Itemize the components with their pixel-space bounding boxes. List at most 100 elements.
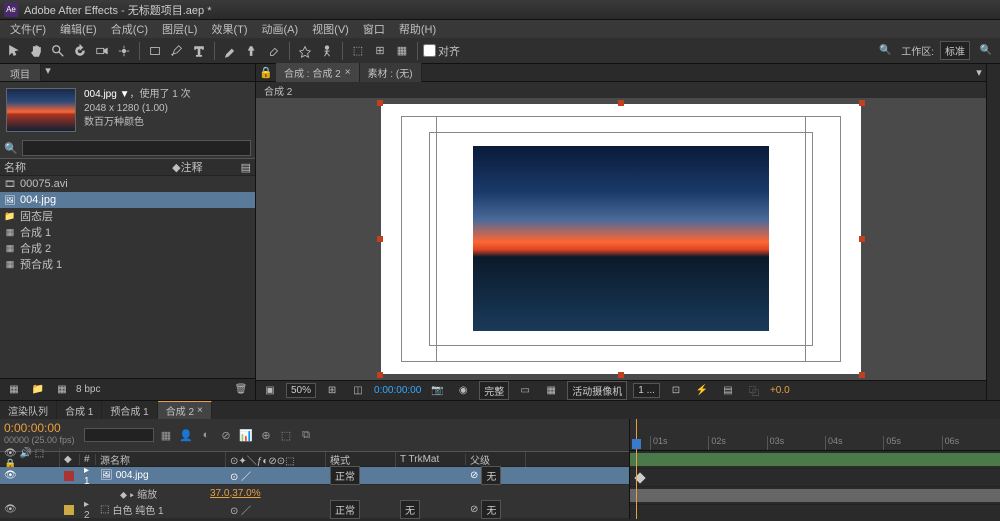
puppet-tool-icon[interactable] [317,41,337,61]
col-name[interactable]: 名称 [4,159,172,175]
menu-edit[interactable]: 编辑(E) [54,19,103,39]
layer-track[interactable] [630,451,1000,469]
comp-breadcrumb[interactable]: 合成 2 [256,82,986,98]
timeline-tab[interactable]: 合成 1 [57,401,102,419]
project-item[interactable]: ▦合成 1 [0,224,255,240]
snapshot-icon[interactable]: 📷 [427,381,447,401]
panel-menu-icon[interactable]: ▾ [41,64,55,81]
menu-animation[interactable]: 动画(A) [256,19,305,39]
layer-image[interactable] [473,146,769,331]
project-item[interactable]: 🎞00075.avi [0,176,255,192]
timeline-tab[interactable]: 渲染队列 [0,401,57,419]
composition-viewer[interactable] [256,98,986,380]
brush-tool-icon[interactable] [220,41,240,61]
selection-tool-icon[interactable] [4,41,24,61]
anchor-tool-icon[interactable] [114,41,134,61]
comp-mini-icon[interactable]: ▦ [158,427,174,443]
transform-handle[interactable] [377,236,383,242]
zoom-select[interactable]: 50% [286,383,316,398]
layer-row[interactable]: 👁 ▸ 1 🖼004.jpg ⊙ ／ 正常 ⊘ 无 [0,467,629,485]
motion-blur-icon[interactable]: ⊘ [218,427,234,443]
project-item[interactable]: ▦合成 2 [0,240,255,256]
shy-icon[interactable]: 👤 [178,427,194,443]
channel-icon[interactable]: ◉ [453,381,473,401]
layer-row[interactable]: 👁 ▸ 2 ⬚白色 纯色 1 ⊙ ／ 正常 无 ⊘ 无 [0,501,629,519]
views-select[interactable]: 1 ... [633,383,660,398]
parent-select[interactable]: 无 [481,466,501,485]
project-item[interactable]: ▦预合成 1 [0,256,255,272]
eraser-tool-icon[interactable] [264,41,284,61]
fast-preview-icon[interactable]: ⚡ [692,381,712,401]
lock-icon[interactable]: 🔒 [256,63,276,83]
transparency-icon[interactable]: ▦ [541,381,561,401]
footage-tab[interactable]: 素材 : (无) [360,63,422,82]
draft3d-icon[interactable]: ⬚ [278,427,294,443]
search-icon[interactable]: 🔍 [4,142,18,155]
mask-icon[interactable]: ◫ [348,381,368,401]
project-tab[interactable]: 项目 [0,64,41,81]
transform-handle[interactable] [618,100,624,106]
hand-tool-icon[interactable] [26,41,46,61]
layer-track[interactable] [630,487,1000,505]
trash-icon[interactable]: 🗑 [231,380,251,400]
menu-help[interactable]: 帮助(H) [393,19,442,39]
rotate-tool-icon[interactable] [70,41,90,61]
new-comp-icon[interactable]: ▦ [52,380,72,400]
transform-handle[interactable] [859,236,865,242]
eye-icon[interactable]: 👁 [4,470,17,481]
transform-handle[interactable] [618,372,624,378]
zoom-tool-icon[interactable] [48,41,68,61]
trkmat-select[interactable]: 无 [400,500,420,519]
folder-icon[interactable]: 📁 [28,380,48,400]
col-menu-icon[interactable]: ▤ [241,161,251,174]
project-item[interactable]: 🖼004.jpg [0,192,255,208]
label-swatch[interactable] [64,471,74,481]
always-preview-icon[interactable]: ▣ [260,381,280,401]
search-help-icon[interactable]: 🔍 [976,41,996,61]
clone-tool-icon[interactable] [242,41,262,61]
transform-handle[interactable] [377,100,383,106]
view-axis-icon[interactable]: ▦ [392,41,412,61]
bpc-button[interactable]: 8 bpc [76,384,100,395]
col-label-icon[interactable]: ◆ [172,161,180,174]
grid-icon[interactable]: ⊞ [322,381,342,401]
comp-canvas[interactable] [381,104,861,374]
menu-effect[interactable]: 效果(T) [205,19,253,39]
camera-tool-icon[interactable] [92,41,112,61]
time-ruler[interactable]: 01s02s03s04s05s06s [630,419,1000,451]
blend-mode-select[interactable]: 正常 [330,466,360,485]
type-tool-icon[interactable] [189,41,209,61]
col-comment[interactable]: 注释 [181,159,241,175]
close-icon[interactable]: × [345,67,351,78]
property-track[interactable] [630,469,1000,487]
menu-window[interactable]: 窗口 [357,19,391,39]
panel-menu-icon[interactable]: ▾ [972,66,986,79]
menu-file[interactable]: 文件(F) [4,19,52,39]
label-swatch[interactable] [64,505,74,515]
parent-select[interactable]: 无 [481,500,501,519]
rect-tool-icon[interactable] [145,41,165,61]
local-axis-icon[interactable]: ⬚ [348,41,368,61]
close-icon[interactable]: × [197,405,203,416]
transform-handle[interactable] [377,372,383,378]
project-item[interactable]: 📁固态层 [0,208,255,224]
timecode[interactable]: 0:00:00:00 [4,421,76,435]
timeline-tracks[interactable]: 01s02s03s04s05s06s [630,419,1000,519]
timeline-tab[interactable]: 合成 2 × [158,401,212,419]
current-time-indicator[interactable] [636,419,637,519]
snap-checkbox[interactable] [423,44,436,57]
menu-layer[interactable]: 图层(L) [156,19,203,39]
project-search-input[interactable] [22,140,251,156]
flowchart-icon[interactable]: ⿻ [744,381,764,401]
interpret-icon[interactable]: ▦ [4,380,24,400]
resolution-select[interactable]: 完整 [479,381,509,400]
exposure-value[interactable]: +0.0 [770,385,790,396]
current-time[interactable]: 0:00:00:00 [374,385,421,396]
pen-tool-icon[interactable] [167,41,187,61]
timeline-icon[interactable]: ▤ [718,381,738,401]
roi-icon[interactable]: ▭ [515,381,535,401]
timeline-search-input[interactable] [84,428,154,442]
brainstorm-icon[interactable]: ⊕ [258,427,274,443]
switches-icon[interactable]: ⧉ [298,427,314,443]
camera-select[interactable]: 活动摄像机 [567,381,627,400]
